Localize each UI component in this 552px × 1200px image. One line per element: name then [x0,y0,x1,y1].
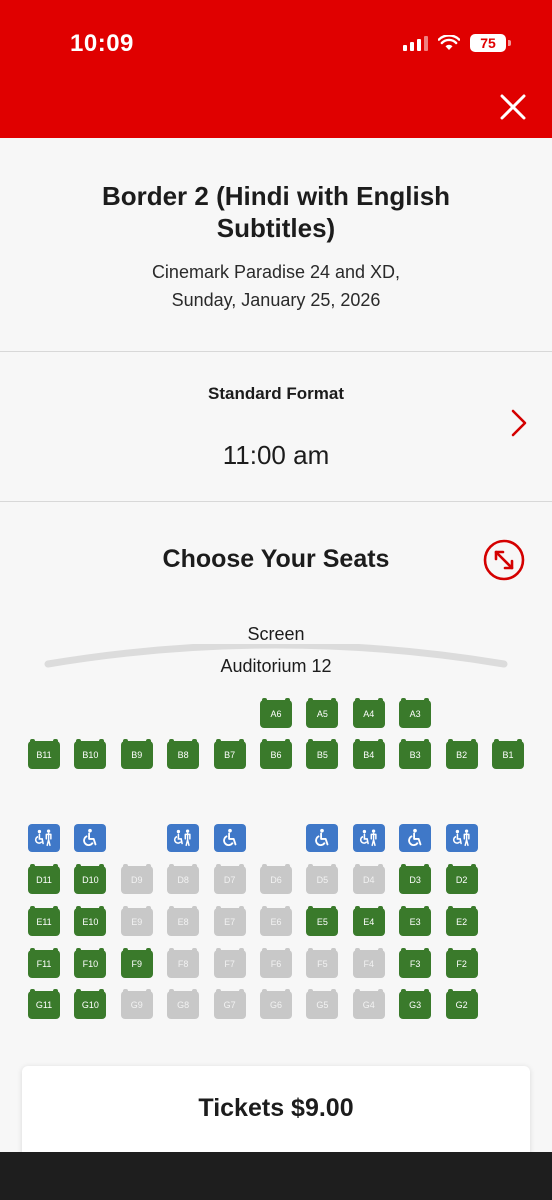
seat-d4: D4 [352,864,385,894]
companion-seat-icon[interactable] [352,824,385,852]
movie-info: Border 2 (Hindi with English Subtitles) … [0,138,552,352]
screen-label: Screen [247,624,305,644]
seat-b1[interactable]: B1 [492,739,524,769]
seat-b9[interactable]: B9 [120,739,153,769]
seat-g10[interactable]: G10 [74,989,107,1019]
auditorium-label: Auditorium 12 [220,656,332,676]
chevron-right-icon [511,409,527,437]
companion-seat-icon[interactable] [28,824,60,852]
seat-e10[interactable]: E10 [74,906,107,936]
seat-f4: F4 [352,948,385,978]
seat-g8: G8 [167,989,200,1019]
expand-icon[interactable] [483,539,525,581]
seat-f9[interactable]: F9 [120,948,153,978]
seat-d9: D9 [120,864,153,894]
seat-b3[interactable]: B3 [399,739,432,769]
seat-f3[interactable]: F3 [399,948,432,978]
tickets-button[interactable]: Tickets $9.00 [22,1066,530,1162]
seat-g6: G6 [260,989,292,1019]
seat-g11[interactable]: G11 [28,989,60,1019]
theater-name: Cinemark Paradise 24 and XD, [151,262,401,282]
seat-a3[interactable]: A3 [399,698,432,728]
seat-d5: D5 [306,864,339,894]
status-time: 10:09 [70,30,134,57]
seat-b6[interactable]: B6 [260,739,292,769]
showtime-selector[interactable]: Standard Format 11:00 am [0,352,552,502]
close-icon[interactable] [498,92,528,122]
seat-b2[interactable]: B2 [445,739,478,769]
seat-d2[interactable]: D2 [445,864,478,894]
cellular-signal-icon [403,35,428,51]
wheelchair-seat-icon[interactable] [74,824,107,852]
seat-a4[interactable]: A4 [352,698,385,728]
seat-g7: G7 [213,989,246,1019]
movie-title: Border 2 (Hindi with English Subtitles) [101,181,451,243]
status-icons: 75 [403,34,511,52]
seat-g9: G9 [120,989,153,1019]
seat-d8: D8 [167,864,200,894]
companion-seat-icon[interactable] [167,824,200,852]
battery-icon: 75 [470,34,511,52]
seat-f7: F7 [213,948,246,978]
seat-e3[interactable]: E3 [399,906,432,936]
seat-d11[interactable]: D11 [28,864,60,894]
seat-a6[interactable]: A6 [260,698,292,728]
tickets-total: Tickets $9.00 [198,1094,354,1122]
seat-f8: F8 [167,948,200,978]
seat-g4: G4 [352,989,385,1019]
seat-f6: F6 [260,948,292,978]
seat-e6: E6 [260,906,292,936]
seat-e9: E9 [120,906,153,936]
seat-b10[interactable]: B10 [74,739,107,769]
seat-d10[interactable]: D10 [74,864,107,894]
seat-d6: D6 [260,864,292,894]
seat-d7: D7 [213,864,246,894]
seat-g2[interactable]: G2 [445,989,478,1019]
seat-g5: G5 [306,989,339,1019]
header-bar: 10:09 75 [0,0,552,138]
wheelchair-seat-icon[interactable] [399,824,432,852]
showtime-time: 11:00 am [222,440,330,470]
seat-f11[interactable]: F11 [28,948,60,978]
seat-e5[interactable]: E5 [306,906,339,936]
theater-date: Cinemark Paradise 24 and XD, Sunday, Jan… [40,258,512,314]
seat-f5: F5 [306,948,339,978]
wheelchair-seat-icon[interactable] [213,824,246,852]
seat-e4[interactable]: E4 [352,906,385,936]
seat-e8: E8 [167,906,200,936]
seat-b11[interactable]: B11 [28,739,60,769]
wifi-icon [438,35,460,50]
seat-b8[interactable]: B8 [167,739,200,769]
seat-g3[interactable]: G3 [399,989,432,1019]
seat-b5[interactable]: B5 [306,739,339,769]
format-label: Standard Format [207,384,345,403]
seat-e2[interactable]: E2 [445,906,478,936]
seat-a5[interactable]: A5 [306,698,339,728]
seat-b4[interactable]: B4 [352,739,385,769]
seat-e11[interactable]: E11 [28,906,60,936]
bottom-bar [0,1152,552,1200]
companion-seat-icon[interactable] [445,824,478,852]
seat-d3[interactable]: D3 [399,864,432,894]
choose-seats-title: Choose Your Seats [162,545,390,573]
seat-b7[interactable]: B7 [213,739,246,769]
show-date: Sunday, January 25, 2026 [171,290,381,310]
seat-e7: E7 [213,906,246,936]
seat-f2[interactable]: F2 [445,948,478,978]
wheelchair-seat-icon[interactable] [306,824,339,852]
seat-f10[interactable]: F10 [74,948,107,978]
